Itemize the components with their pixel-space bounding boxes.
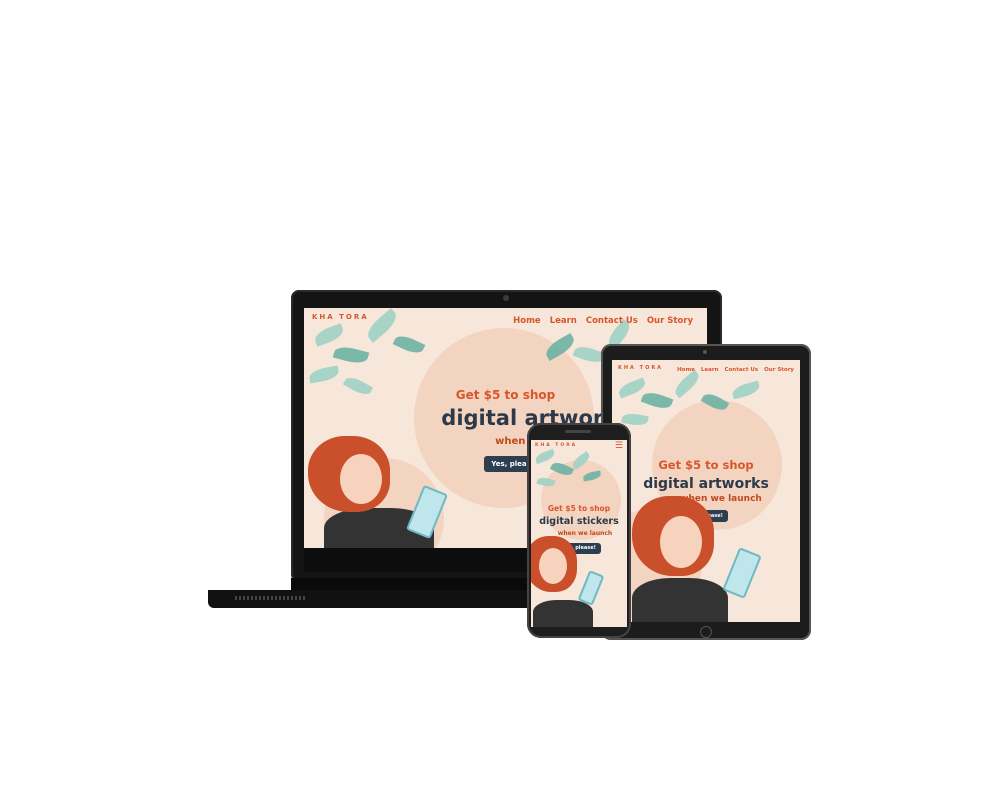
illustration-tablet xyxy=(722,547,762,599)
logo[interactable]: KHA TORA xyxy=(312,314,369,321)
leaf-decoration xyxy=(308,365,340,384)
logo-text: KHA TORA xyxy=(618,365,664,371)
tablet-home-button[interactable] xyxy=(700,626,712,638)
logo[interactable]: KHA TORA xyxy=(618,366,663,371)
phone-speaker xyxy=(565,430,591,433)
leaf-decoration xyxy=(312,323,346,347)
nav-contact-us[interactable]: Contact Us xyxy=(586,316,638,326)
leaf-decoration xyxy=(332,343,370,367)
headline-offer: Get $5 to shop xyxy=(658,458,754,472)
headline-offer: Get $5 to shop xyxy=(547,504,611,513)
nav-home[interactable]: Home xyxy=(677,367,695,373)
logo[interactable]: KHA TORA xyxy=(535,443,578,449)
illustration-face xyxy=(340,454,382,504)
illustration-face xyxy=(660,516,702,568)
headline-sub: when we launch xyxy=(680,494,762,504)
leaf-decoration xyxy=(534,448,556,465)
hamburger-menu-icon[interactable]: ☰ xyxy=(615,442,623,451)
nav-learn[interactable]: Learn xyxy=(550,316,577,326)
phone-screen: KHA TORA ☰ Get $5 to shop digital sticke… xyxy=(531,440,627,627)
nav-home[interactable]: Home xyxy=(513,316,541,326)
tablet-camera xyxy=(703,350,707,354)
laptop-nav: Home Learn Contact Us Our Story xyxy=(513,316,693,326)
illustration-tablet xyxy=(577,570,605,606)
leaf-decoration xyxy=(392,332,426,357)
background-blob xyxy=(541,460,621,540)
laptop-camera xyxy=(503,295,509,301)
illustration-body xyxy=(632,578,728,622)
laptop-vent xyxy=(235,596,305,600)
logo-text: KHA TORA xyxy=(535,443,578,448)
leaf-decoration xyxy=(730,380,762,400)
tablet-screen: KHA TORA Home Learn Contact Us Our Story… xyxy=(612,360,800,622)
leaf-decoration xyxy=(671,369,703,399)
illustration-body xyxy=(533,600,593,627)
headline-main: digital artworks xyxy=(643,476,769,492)
headline-main: digital stickers xyxy=(539,516,619,527)
nav-our-story[interactable]: Our Story xyxy=(764,367,794,373)
nav-contact-us[interactable]: Contact Us xyxy=(724,367,758,373)
nav-our-story[interactable]: Our Story xyxy=(647,316,693,326)
illustration-face xyxy=(539,548,567,584)
nav-learn[interactable]: Learn xyxy=(701,367,719,373)
tablet-nav: Home Learn Contact Us Our Story xyxy=(677,367,794,373)
leaf-decoration xyxy=(640,389,674,412)
